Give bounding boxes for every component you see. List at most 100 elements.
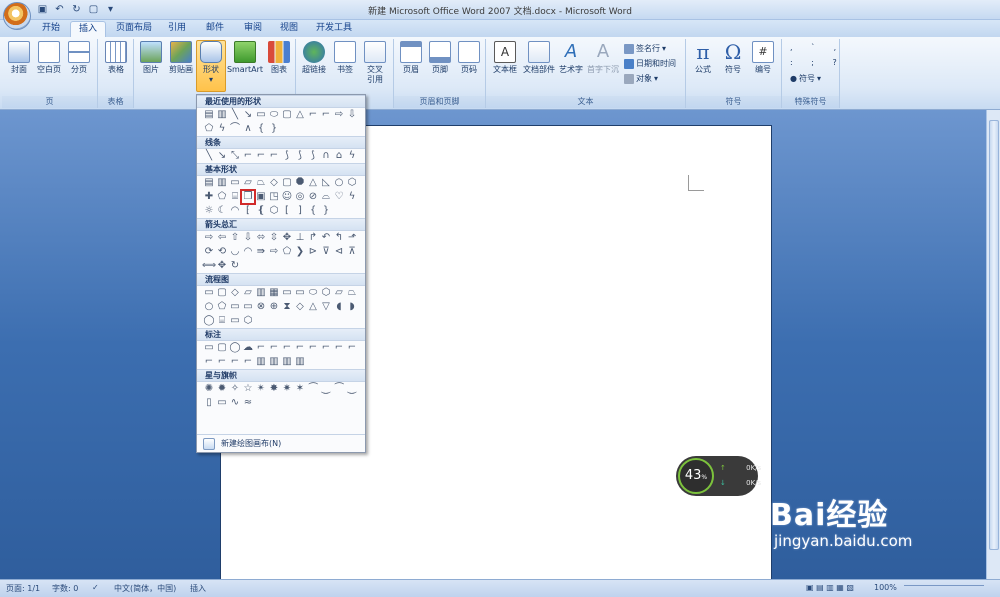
down-arrow-shape-icon[interactable]: ⇩ [242,232,254,244]
cross-shape-icon[interactable]: ✚ [203,191,215,203]
line-callout-4-shape-icon[interactable]: ⌐ [294,342,306,354]
triangle-shape-icon[interactable]: △ [294,109,306,121]
moon-shape-icon[interactable]: ☾ [216,205,228,217]
tab-developer[interactable]: 开发工具 [308,21,360,37]
word-count[interactable]: 字数: 0 [52,583,78,594]
line-callout-16-shape-icon[interactable]: ▥ [294,356,306,368]
left-right-callout-arrow-shape-icon[interactable]: ⟺ [202,260,216,272]
down-arrow-shape-icon[interactable]: ⇩ [346,109,358,121]
star-16-shape-icon[interactable]: ✸ [268,383,280,395]
line-callout-9-shape-icon[interactable]: ⌐ [203,356,215,368]
smiley-shape-icon[interactable]: ☺ [281,191,293,203]
line-callout-15-shape-icon[interactable]: ▥ [281,356,293,368]
vertical-scrollbar[interactable] [986,110,1000,579]
numbering-button[interactable]: # 编号 [748,41,778,75]
manual-input-shape-icon[interactable]: ⏥ [333,287,345,299]
right-brace-shape-icon[interactable]: } [268,123,280,135]
direct-storage-shape-icon[interactable]: ▭ [229,315,241,327]
signature-line-button[interactable]: 签名行 ▾ [624,43,666,54]
oval-callout-shape-icon[interactable]: ◯ [229,342,241,354]
blank-page-button[interactable]: 空白页 [34,41,64,75]
striped-right-arrow-shape-icon[interactable]: ⇛ [255,246,267,258]
multidocument-shape-icon[interactable]: ▭ [294,287,306,299]
left-bracket-shape-icon[interactable]: [ [281,205,293,217]
line-callout-2-shape-icon[interactable]: ⌐ [268,342,280,354]
star-5-shape-icon[interactable]: ☆ [242,383,254,395]
diamond-shape-icon[interactable]: ◇ [268,177,280,189]
double-brace-shape-icon[interactable]: ❴ [255,205,267,217]
folded-corner-shape-icon[interactable]: ◳ [268,191,280,203]
curved-left-arrow-shape-icon[interactable]: ⟲ [216,246,228,258]
collate-shape-icon[interactable]: ⧗ [281,301,293,313]
plaque-shape-icon[interactable]: ⬡ [268,205,280,217]
cross-reference-button[interactable]: 交叉 引用 [360,41,390,85]
cover-page-button[interactable]: 封面 [4,41,34,75]
off-page-connector-shape-icon[interactable]: ⬠ [216,301,228,313]
u-turn-arrow-shape-icon[interactable]: ↶ [320,232,332,244]
right-arrow-shape-icon[interactable]: ⇨ [333,109,345,121]
quick-parts-button[interactable]: 文档部件 [522,41,556,75]
card-shape-icon[interactable]: ▭ [229,301,241,313]
special-symbol-row-2[interactable]: : ; ? [790,58,845,67]
star-8-shape-icon[interactable]: ✴ [255,383,267,395]
proofing-icon[interactable]: ✓ [92,583,99,592]
date-time-button[interactable]: 日期和时间 [624,58,676,69]
arc-shape-icon[interactable]: ◠ [229,205,241,217]
clipart-button[interactable]: 剪贴画 [166,41,196,75]
smartart-button[interactable]: SmartArt [226,41,264,75]
delay-shape-icon[interactable]: ◗ [346,301,358,313]
scribble-shape-icon[interactable]: ϟ [346,150,358,162]
heart-shape-icon[interactable]: ♡ [333,191,345,203]
scroll-thumb[interactable] [989,120,999,550]
extract-shape-icon[interactable]: △ [307,301,319,313]
sort-shape-icon[interactable]: ◇ [294,301,306,313]
elbow-double-arrow-shape-icon[interactable]: ⌐ [268,150,280,162]
rounded-rect-shape-icon[interactable]: ▢ [281,177,293,189]
curved-down-ribbon-shape-icon[interactable]: ⏝ [346,383,358,395]
curve-shape-icon[interactable]: ∩ [320,150,332,162]
hyperlink-button[interactable]: 超链接 [299,41,329,75]
tab-insert[interactable]: 插入 [70,21,107,37]
manual-operation-shape-icon[interactable]: ⏢ [346,287,358,299]
down-callout-arrow-shape-icon[interactable]: ⊽ [320,246,332,258]
cylinder-shape-icon[interactable]: ⌸ [229,191,241,203]
rectangle-shape-icon[interactable]: ▭ [255,109,267,121]
pentagon-shape-icon[interactable]: ⬠ [203,123,215,135]
double-arrow-shape-icon[interactable]: ⤡ [229,150,241,162]
curved-up-ribbon-shape-icon[interactable]: ⏜ [333,383,345,395]
tab-review[interactable]: 审阅 [236,21,270,37]
up-ribbon-shape-icon[interactable]: ⏜ [307,383,319,395]
rectangle-shape-icon[interactable]: ▭ [229,177,241,189]
right-callout-arrow-shape-icon[interactable]: ⊳ [307,246,319,258]
summing-junction-shape-icon[interactable]: ⊗ [255,301,267,313]
stored-data-shape-icon[interactable]: ◖ [333,301,345,313]
left-right-arrow-shape-icon[interactable]: ⬄ [255,232,267,244]
table-button[interactable]: 表格 [101,41,131,75]
left-right-up-arrow-shape-icon[interactable]: ⊥ [294,232,306,244]
page-count[interactable]: 页面: 1/1 [6,583,40,594]
line-callout-1-shape-icon[interactable]: ⌐ [255,342,267,354]
zoom-level[interactable]: 100% [874,583,897,592]
octagon-shape-icon[interactable]: ⯃ [294,177,306,189]
curved-right-arrow-shape-icon[interactable]: ⟳ [203,246,215,258]
rounded-rect-shape-icon[interactable]: ▢ [281,109,293,121]
curved-up-arrow-shape-icon[interactable]: ◡ [229,246,241,258]
alternate-process-shape-icon[interactable]: ▢ [216,287,228,299]
wordart-button[interactable]: A 艺术字 [556,41,586,75]
line-callout-7-shape-icon[interactable]: ⌐ [333,342,345,354]
double-wave-shape-icon[interactable]: ≈ [242,397,254,409]
page-break-button[interactable]: 分页 [64,41,94,75]
curve-shape-icon[interactable]: ⌒ [229,123,241,135]
right-arrow-shape-icon[interactable]: ⇨ [203,232,215,244]
or-shape-icon[interactable]: ⊕ [268,301,280,313]
line-callout-11-shape-icon[interactable]: ⌐ [229,356,241,368]
elbow-arrow-shape-icon[interactable]: ⌐ [255,150,267,162]
up-down-arrow-shape-icon[interactable]: ⇳ [268,232,280,244]
cloud-callout-shape-icon[interactable]: ☁ [242,342,254,354]
line-callout-13-shape-icon[interactable]: ▥ [255,356,267,368]
up-arrow-shape-icon[interactable]: ⇧ [229,232,241,244]
line-callout-14-shape-icon[interactable]: ▥ [268,356,280,368]
elbow-arrow-shape-icon[interactable]: ⌐ [320,109,332,121]
double-bracket-shape-icon[interactable]: ⁅ [242,205,254,217]
view-buttons[interactable]: ▣ ▤ ▥ ▦ ▧ [806,583,854,592]
